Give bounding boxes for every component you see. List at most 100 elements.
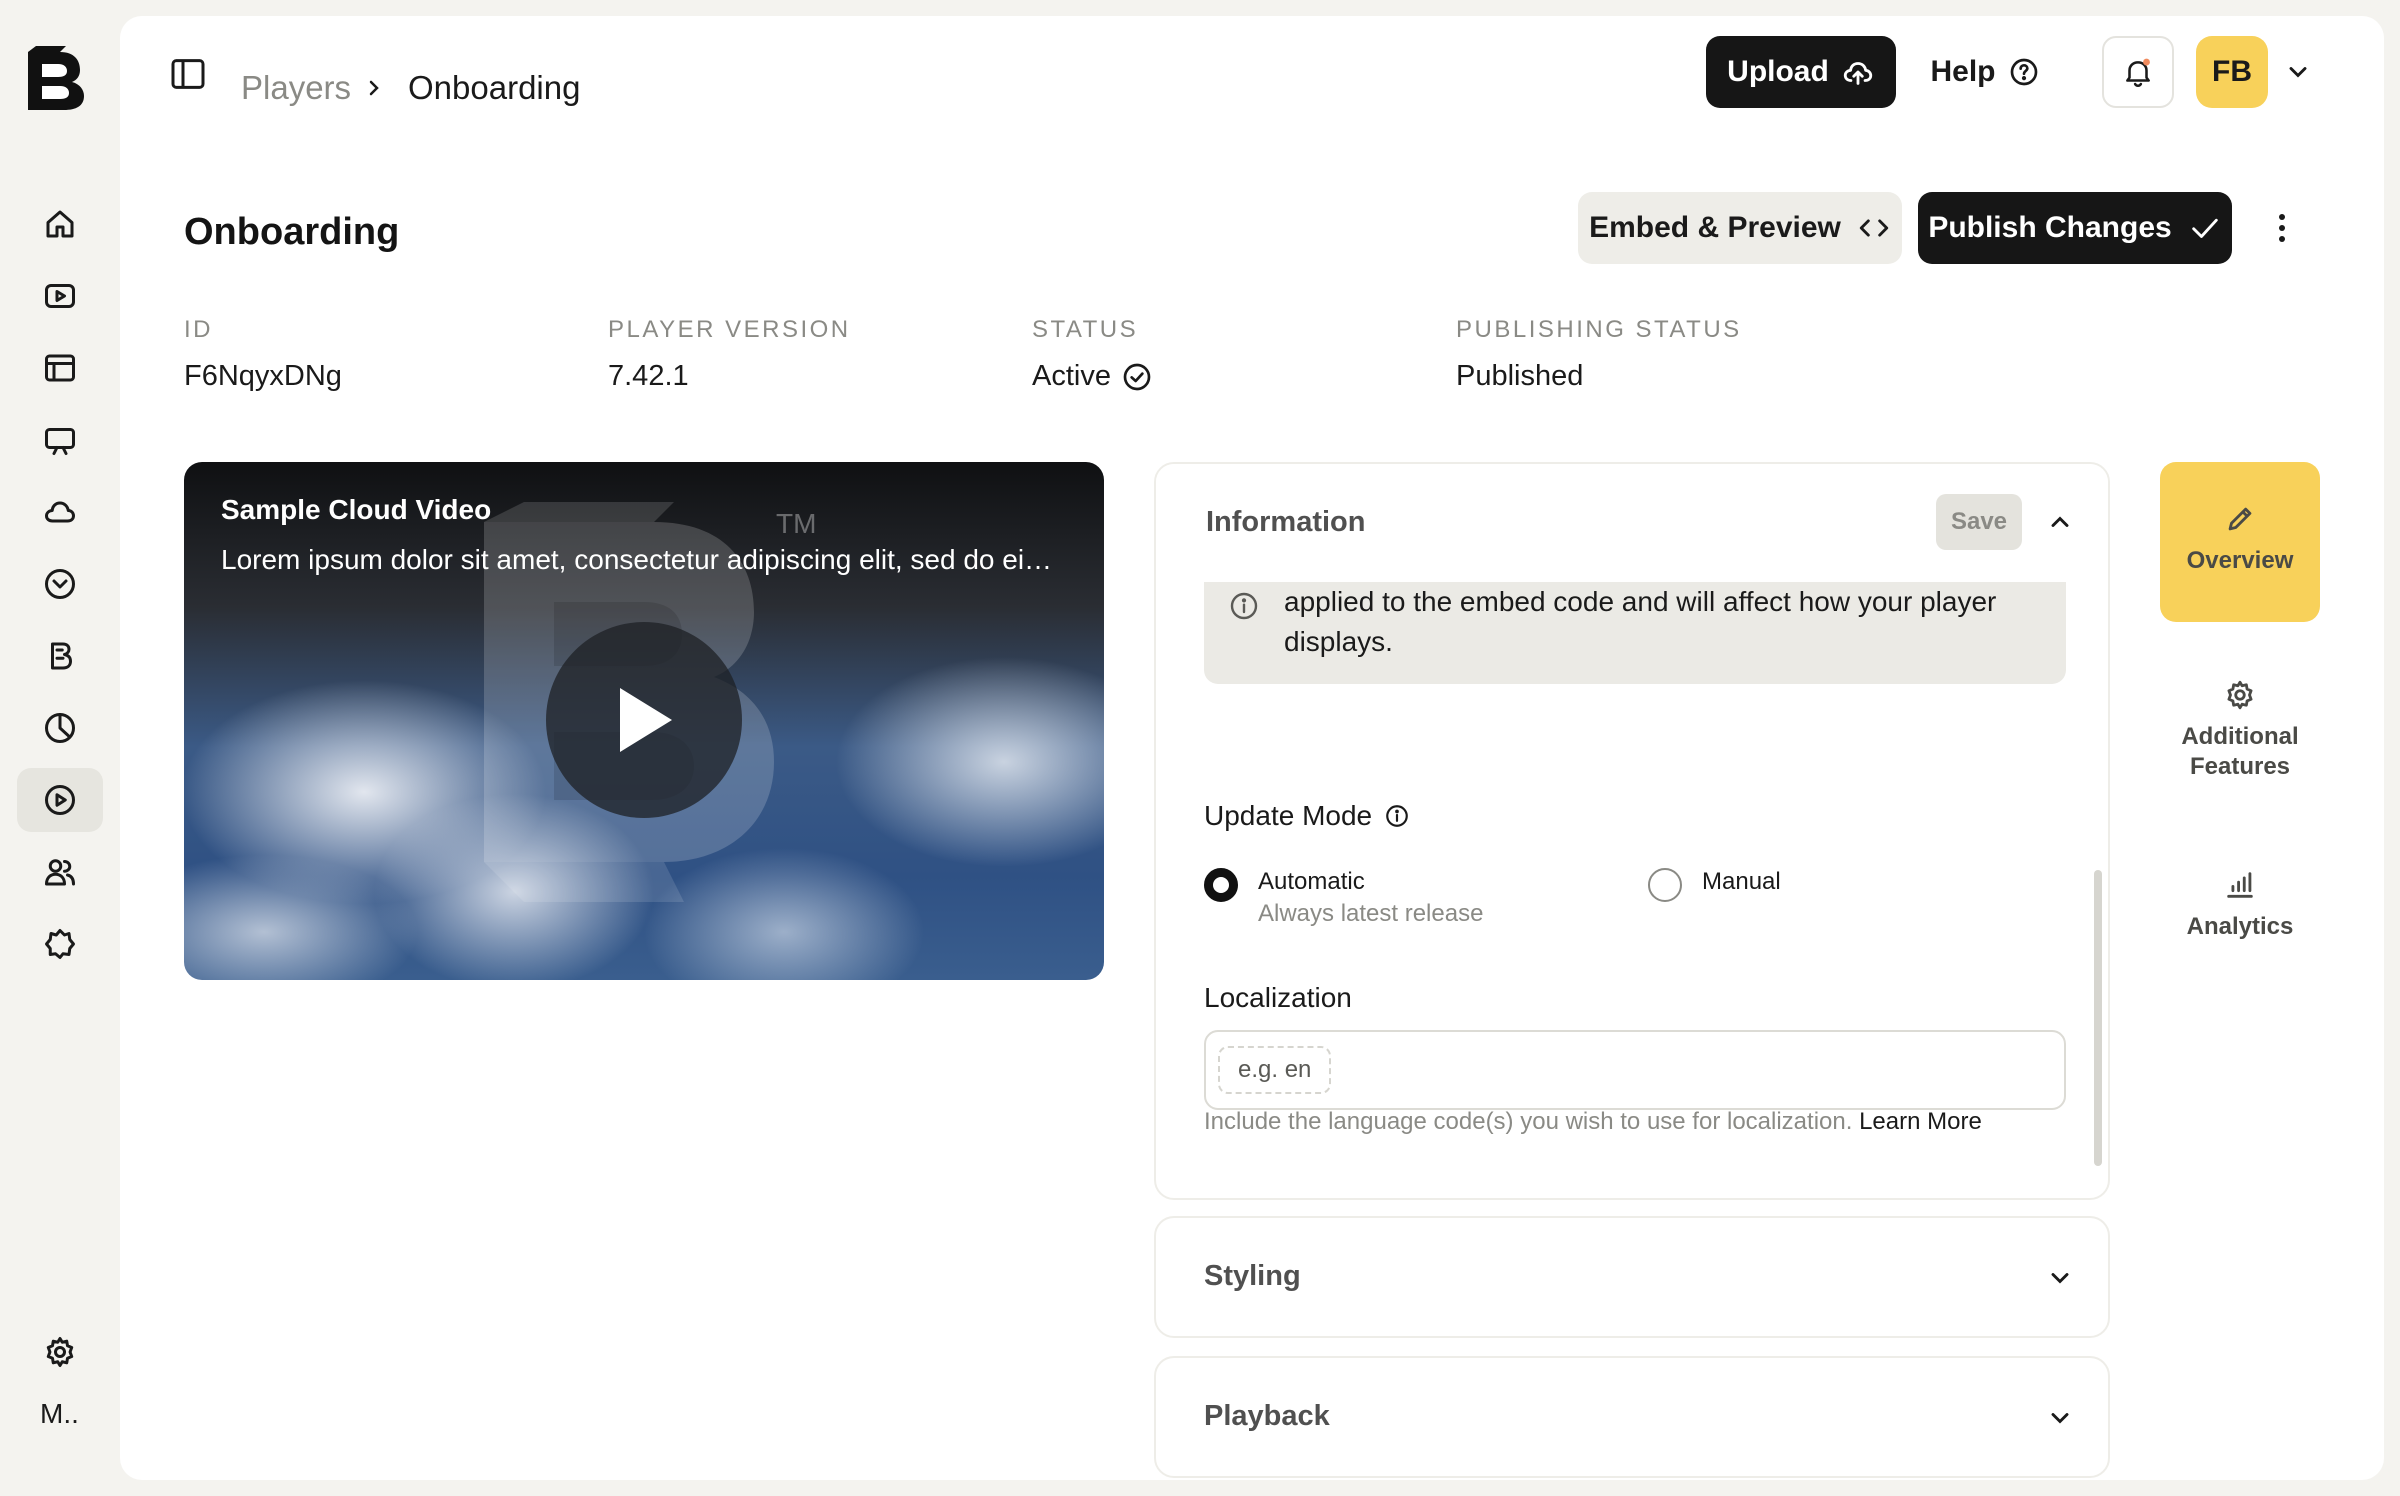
publish-changes-label: Publish Changes [1928,211,2172,244]
question-icon [2010,58,2037,86]
help-button[interactable]: Help [1920,36,2050,108]
chevron-down-icon[interactable] [2284,58,2312,86]
localization-input[interactable]: e.g. en [1204,1030,2066,1110]
nav-home[interactable] [17,192,103,256]
panel-scrollbar[interactable] [2094,870,2102,1166]
localization-label: Localization [1204,982,1352,1014]
id-label: ID [184,316,213,343]
cloud-upload-icon [1843,62,1872,85]
radio-automatic-label[interactable]: Automatic [1258,868,1365,896]
localization-text: Localization [1204,982,1352,1013]
brand-icon [51,642,72,670]
chevron-up-icon[interactable] [2046,508,2074,536]
more-options-button[interactable] [2260,206,2304,250]
radio-automatic-sub: Always latest release [1258,900,1484,927]
breadcrumb-players[interactable]: Players [241,68,351,108]
more-vertical-icon [2279,214,2285,242]
video-icon [45,284,75,308]
nav-badge[interactable] [17,552,103,616]
player-icon [45,785,75,815]
nav-cloud[interactable] [17,480,103,544]
layout-icon [45,354,75,382]
nav-videos[interactable] [17,264,103,328]
tab-overview[interactable]: Overview [2160,462,2320,622]
brand-logo[interactable] [22,46,88,112]
nav-users[interactable] [17,840,103,904]
upload-label: Upload [1727,55,1829,88]
learn-more-link[interactable]: Learn More [1859,1108,1982,1135]
top-bar: Players Onboarding Upload Help FB [120,16,2384,128]
information-panel: Information Save applied to the embed co… [1154,462,2110,1200]
localization-help: Include the language code(s) you wish to… [1204,1108,1982,1136]
radio-manual[interactable] [1648,868,1682,902]
playback-section[interactable]: Playback [1154,1356,2110,1478]
page-title: Onboarding [184,211,400,253]
information-header[interactable]: Information Save [1156,464,2108,582]
publishing-status-text: Published [1456,360,1584,392]
tab-overview-label: Overview [2186,547,2294,574]
nav-brand[interactable] [17,624,103,688]
radio-manual-label[interactable]: Manual [1702,868,1781,896]
check-icon [2191,218,2218,238]
badge-icon [45,569,75,599]
version-text: 7.42.1 [608,360,689,392]
gear-icon [46,1337,74,1367]
id-value: F6NqyxDNg [184,360,342,393]
trademark-text: TM [776,508,817,539]
chart-icon [45,713,75,743]
version-value: 7.42.1 [608,360,689,393]
code-icon [1859,219,1889,237]
radio-automatic[interactable] [1204,868,1238,902]
sidebar-toggle-icon[interactable] [168,54,208,94]
home-icon [46,210,74,238]
breadcrumb-current: Onboarding [408,69,581,106]
save-button[interactable]: Save [1936,494,2022,550]
publish-changes-button[interactable]: Publish Changes [1918,192,2232,264]
publishing-status-value: Published [1456,360,1583,393]
main-content: Players Onboarding Upload Help FB Onboar… [120,16,2384,1480]
puzzle-icon [45,929,75,959]
avatar[interactable]: FB [2196,36,2268,108]
user-menu[interactable]: M.. [40,1398,79,1430]
playback-title: Playback [1204,1400,1330,1432]
video-preview[interactable]: TM Sample Cloud Video Lorem ipsum dolor … [184,462,1104,980]
play-button[interactable] [546,622,742,818]
screen-icon [45,428,75,455]
info-icon[interactable] [1384,803,1410,829]
nav-analytics[interactable] [17,696,103,760]
update-mode-label: Update Mode [1204,800,1410,832]
styling-title: Styling [1204,1260,1301,1292]
nav-layouts[interactable] [17,336,103,400]
nav-screens[interactable] [17,408,103,472]
status-value: Active [1032,360,1153,393]
id-text: F6NqyxDNg [184,360,342,392]
cloud-icon [45,501,75,523]
bell-icon [2126,58,2150,88]
information-title: Information [1206,506,1366,538]
video-description: Lorem ipsum dolor sit amet, consectetur … [221,544,1053,575]
publishing-status-label: PUBLISHING STATUS [1456,316,1742,343]
info-icon [1230,592,1258,620]
gear-icon [2227,680,2253,710]
embed-preview-label: Embed & Preview [1589,211,1841,244]
pencil-icon [2228,507,2252,531]
nav-settings[interactable] [17,1320,103,1384]
tab-analytics[interactable]: Analytics [2160,834,2320,964]
notifications-button[interactable] [2102,36,2174,108]
nav-players[interactable] [17,768,103,832]
check-circle-icon [1123,363,1151,390]
update-mode-text: Update Mode [1204,800,1373,831]
tab-additional-features[interactable]: Additional Features [2160,642,2320,802]
version-label: PLAYER VERSION [608,316,851,343]
localization-help-text: Include the language code(s) you wish to… [1204,1108,1853,1135]
users-icon [45,859,75,886]
embed-preview-button[interactable]: Embed & Preview [1578,192,1902,264]
status-label: STATUS [1032,316,1139,343]
upload-button[interactable]: Upload [1706,36,1896,108]
chevron-down-icon [2051,1413,2069,1424]
nav-integrations[interactable] [17,912,103,976]
chevron-right-icon [369,80,379,96]
video-title: Sample Cloud Video [221,494,492,525]
tab-analytics-label: Analytics [2186,913,2294,940]
styling-section[interactable]: Styling [1154,1216,2110,1338]
